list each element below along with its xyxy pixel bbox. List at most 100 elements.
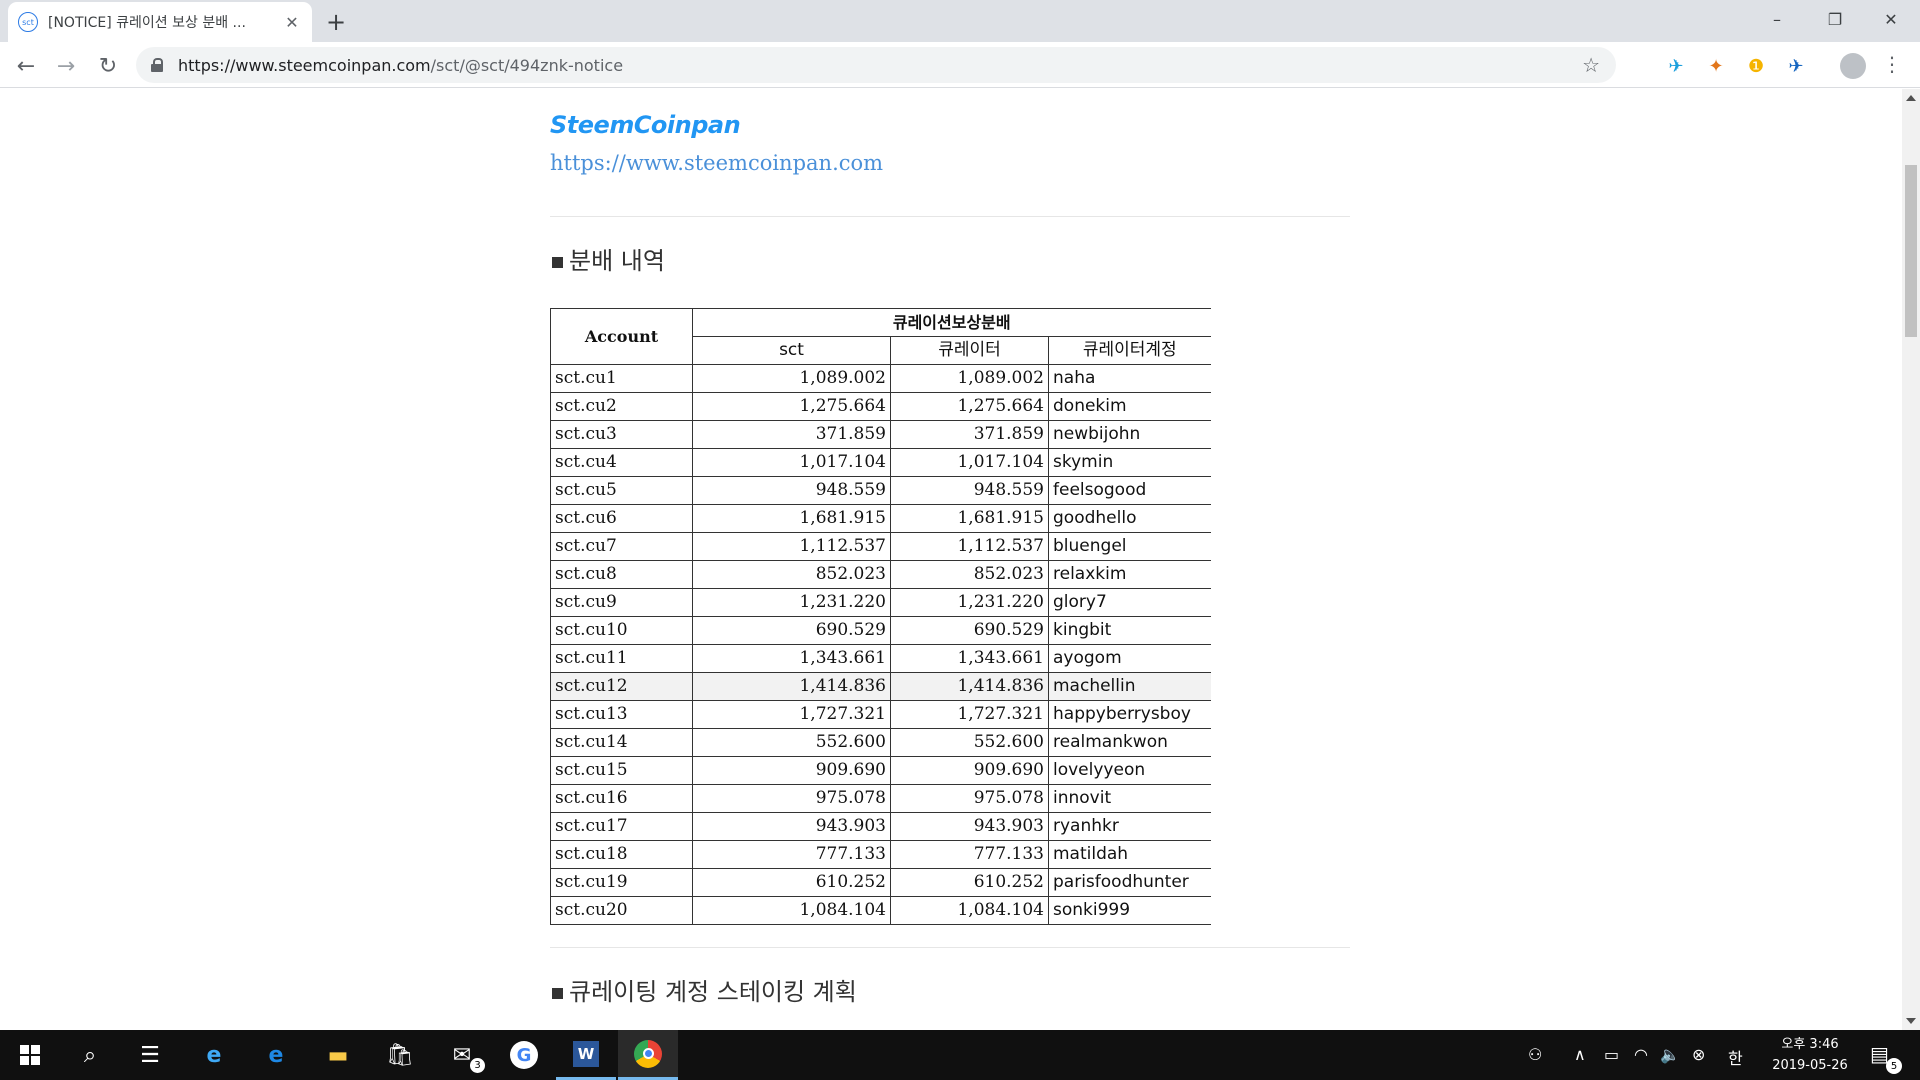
profile-avatar[interactable] [1840, 53, 1866, 79]
mail-badge: 3 [470, 1058, 485, 1073]
table-row: sct.cu1 1,089.002 1,089.002 naha [550, 364, 1211, 393]
internet-explorer-icon[interactable]: e [184, 1030, 244, 1080]
sct-value-cell: 690.529 [692, 616, 891, 645]
sct-value-cell: 975.078 [692, 784, 891, 813]
section-title-text: 큐레이팅 계정 스테이킹 계획 [569, 978, 857, 1006]
word-icon[interactable]: W [556, 1030, 616, 1080]
account-cell: sct.cu7 [550, 532, 693, 561]
url-path: /sct/@sct/494znk-notice [430, 55, 624, 75]
store-icon[interactable]: 🛍 [370, 1030, 430, 1080]
scroll-thumb[interactable] [1905, 165, 1917, 337]
extension-4-icon[interactable]: ✈ [1784, 54, 1808, 78]
table-row: sct.cu2 1,275.664 1,275.664 donekim [550, 392, 1211, 421]
table-row: sct.cu9 1,231.220 1,231.220 glory7 [550, 588, 1211, 617]
back-button[interactable]: ← [10, 50, 42, 82]
clock-date: 2019-05-26 [1772, 1058, 1848, 1073]
sct-value-cell: 852.023 [692, 560, 891, 589]
curator-value-cell: 1,084.104 [890, 896, 1049, 925]
curator-account-cell: ryanhkr [1048, 812, 1211, 841]
volume-icon[interactable]: 🔈 [1660, 1045, 1680, 1064]
sct-value-cell: 1,414.836 [692, 672, 891, 701]
clock-time: 오후 3:46 [1781, 1037, 1839, 1052]
divider [550, 216, 1350, 217]
sct-value-cell: 1,017.104 [692, 448, 891, 477]
curator-account-cell: ayogom [1048, 644, 1211, 673]
curator-account-cell: feelsogood [1048, 476, 1211, 505]
file-explorer-icon[interactable]: ▬ [308, 1030, 368, 1080]
sct-value-cell: 1,084.104 [692, 896, 891, 925]
search-icon[interactable]: ⌕ [60, 1030, 120, 1080]
start-button[interactable] [0, 1030, 60, 1080]
scroll-down-icon[interactable] [1906, 1018, 1916, 1024]
close-tab-icon[interactable]: ✕ [282, 12, 302, 32]
curator-account-cell: matildah [1048, 840, 1211, 869]
notification-badge: 5 [1886, 1058, 1902, 1074]
new-tab-button[interactable]: + [320, 8, 352, 36]
account-cell: sct.cu14 [550, 728, 693, 757]
curator-value-cell: 1,343.661 [890, 644, 1049, 673]
extension-3-icon[interactable]: ❶ [1744, 54, 1768, 78]
address-bar[interactable]: https://www.steemcoinpan.com/sct/@sct/49… [136, 47, 1616, 83]
curator-account-cell: parisfoodhunter [1048, 868, 1211, 897]
site-favicon-icon: sct [18, 12, 38, 32]
extension-1-icon[interactable]: ✈ [1664, 54, 1688, 78]
table-row: sct.cu7 1,112.537 1,112.537 bluengel [550, 532, 1211, 561]
account-cell: sct.cu18 [550, 840, 693, 869]
curator-value-cell: 610.252 [890, 868, 1049, 897]
minimize-button[interactable]: – [1748, 0, 1806, 38]
google-icon[interactable]: G [494, 1030, 554, 1080]
curator-value-cell: 371.859 [890, 420, 1049, 449]
forward-button[interactable]: → [50, 50, 82, 82]
sct-value-cell: 1,727.321 [692, 700, 891, 729]
curator-value-cell: 777.133 [890, 840, 1049, 869]
account-cell: sct.cu17 [550, 812, 693, 841]
table-row: sct.cu12 1,414.836 1,414.836 machellin [550, 672, 1211, 701]
sct-value-cell: 948.559 [692, 476, 891, 505]
ime-indicator[interactable]: 한 [1728, 1045, 1743, 1069]
site-link[interactable]: https://www.steemcoinpan.com [550, 151, 883, 175]
section-title-staking: 큐레이팅 계정 스테이킹 계획 [552, 972, 857, 1007]
bookmark-star-icon[interactable]: ☆ [1582, 53, 1600, 77]
task-view-icon[interactable]: ☰ [120, 1030, 180, 1080]
close-window-button[interactable]: ✕ [1862, 0, 1920, 38]
edge-icon[interactable]: e [246, 1030, 306, 1080]
browser-tab[interactable]: sct [NOTICE] 큐레이션 보상 분배 ... ✕ [8, 2, 312, 42]
disconnected-icon[interactable]: ⊗ [1692, 1045, 1705, 1064]
curator-value-cell: 909.690 [890, 756, 1049, 785]
table-row: sct.cu3 371.859 371.859 newbijohn [550, 420, 1211, 449]
reload-button[interactable]: ↻ [92, 50, 124, 82]
curator-account-cell: goodhello [1048, 504, 1211, 533]
curator-account-cell: innovit [1048, 784, 1211, 813]
sct-value-cell: 1,681.915 [692, 504, 891, 533]
curator-value-cell: 1,231.220 [890, 588, 1049, 617]
show-hidden-icons-chevron-icon[interactable]: ∧ [1574, 1045, 1586, 1064]
curator-header: 큐레이터 [890, 336, 1049, 365]
table-row: sct.cu6 1,681.915 1,681.915 goodhello [550, 504, 1211, 533]
account-cell: sct.cu12 [550, 672, 693, 701]
people-icon[interactable]: ⚇ [1528, 1045, 1542, 1064]
sct-value-cell: 1,089.002 [692, 364, 891, 393]
account-cell: sct.cu19 [550, 868, 693, 897]
sct-value-cell: 1,231.220 [692, 588, 891, 617]
account-cell: sct.cu4 [550, 448, 693, 477]
curator-account-cell: kingbit [1048, 616, 1211, 645]
table-row: sct.cu17 943.903 943.903 ryanhkr [550, 812, 1211, 841]
table-row: sct.cu13 1,727.321 1,727.321 happyberrysboy [550, 700, 1211, 729]
browser-toolbar: ← → ↻ https://www.steemcoinpan.com/sct/@… [0, 42, 1920, 88]
section-title-distribution: 분배 내역 [552, 241, 665, 276]
wifi-icon[interactable]: ◠ [1634, 1045, 1648, 1064]
curator-value-cell: 1,112.537 [890, 532, 1049, 561]
menu-kebab-icon[interactable]: ⋮ [1882, 52, 1902, 76]
chrome-icon[interactable] [618, 1030, 678, 1080]
mail-icon[interactable]: ✉ 3 [432, 1030, 492, 1080]
vertical-scrollbar[interactable] [1902, 89, 1920, 1030]
lock-icon[interactable] [150, 58, 164, 72]
table-row: sct.cu16 975.078 975.078 innovit [550, 784, 1211, 813]
clock[interactable]: 오후 3:46 2019-05-26 [1760, 1034, 1860, 1076]
metamask-fox-icon[interactable]: ✦ [1704, 54, 1728, 78]
restore-button[interactable]: ❐ [1806, 0, 1864, 38]
scroll-up-icon[interactable] [1906, 95, 1916, 101]
battery-icon[interactable]: ▭ [1604, 1045, 1619, 1064]
curator-value-cell: 690.529 [890, 616, 1049, 645]
curator-account-cell: machellin [1048, 672, 1211, 701]
